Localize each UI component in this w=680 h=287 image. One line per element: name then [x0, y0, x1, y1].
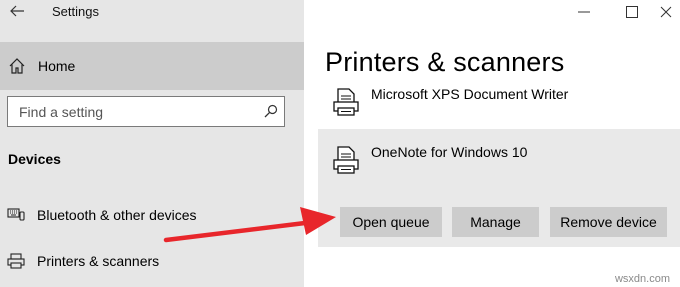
printer-name: Microsoft XPS Document Writer: [371, 86, 569, 102]
printer-doc-icon: [332, 87, 360, 117]
search-box[interactable]: [7, 96, 285, 127]
sidebar-item-label: Printers & scanners: [37, 253, 160, 269]
bluetooth-devices-icon: [7, 207, 25, 223]
back-arrow-icon[interactable]: [6, 0, 28, 22]
sidebar-item-printers[interactable]: Printers & scanners: [0, 244, 304, 280]
close-icon[interactable]: [654, 2, 678, 22]
sidebar-item-label: Bluetooth & other devices: [37, 207, 197, 223]
sidebar: Settings Home Devices Bluetooth & other …: [0, 0, 304, 287]
printer-doc-icon: [332, 145, 360, 175]
app-title: Settings: [52, 4, 99, 19]
nav-home[interactable]: Home: [0, 42, 304, 90]
watermark-text: wsxdn.com: [614, 273, 670, 285]
sidebar-item-bluetooth[interactable]: Bluetooth & other devices: [0, 198, 304, 234]
page-title: Printers & scanners: [325, 47, 565, 77]
search-icon[interactable]: [264, 104, 278, 118]
home-icon: [8, 57, 26, 75]
remove-device-button[interactable]: Remove device: [550, 207, 667, 237]
manage-button[interactable]: Manage: [452, 207, 539, 237]
open-queue-button[interactable]: Open queue: [340, 207, 442, 237]
printer-item-onenote[interactable]: OneNote for Windows 10 Open queue Manage…: [318, 129, 680, 247]
section-heading-devices: Devices: [8, 151, 61, 167]
printer-name: OneNote for Windows 10: [371, 144, 528, 160]
minimize-icon[interactable]: [572, 2, 596, 22]
printer-item-xps[interactable]: Microsoft XPS Document Writer: [318, 83, 680, 121]
printer-icon: [7, 253, 25, 269]
maximize-icon[interactable]: [620, 2, 644, 22]
search-input[interactable]: [17, 102, 261, 122]
nav-home-label: Home: [38, 58, 76, 74]
